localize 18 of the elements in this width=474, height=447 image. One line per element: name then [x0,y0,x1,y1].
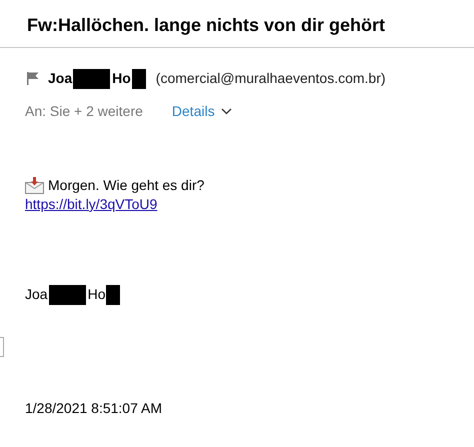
chevron-down-icon [220,108,232,115]
body-link[interactable]: https://bit.ly/3qVToU9 [25,196,474,212]
sent-date: 1/28/2021 8:51:07 AM [25,399,162,418]
envelope-icon [25,177,44,194]
redaction-box [132,68,146,88]
body-text: Morgen. Wie geht es dir? [48,176,204,195]
flag-icon[interactable] [26,71,40,86]
name-text: Joa [48,69,72,88]
sender-email: (comercial@muralhaeventos.com.br) [156,69,386,88]
recipients-text: An: Sie + 2 weitere [25,102,143,121]
redaction-box [48,284,86,304]
redaction-box [106,284,120,304]
name-text: Ho [88,285,106,304]
subject-title: Fw:Hallöchen. lange nichts von dir gehört [26,14,386,37]
name-text: Ho [112,69,131,88]
name-text: Joa [25,285,48,304]
redaction-box [73,68,110,88]
details-button[interactable]: Details [172,101,232,122]
